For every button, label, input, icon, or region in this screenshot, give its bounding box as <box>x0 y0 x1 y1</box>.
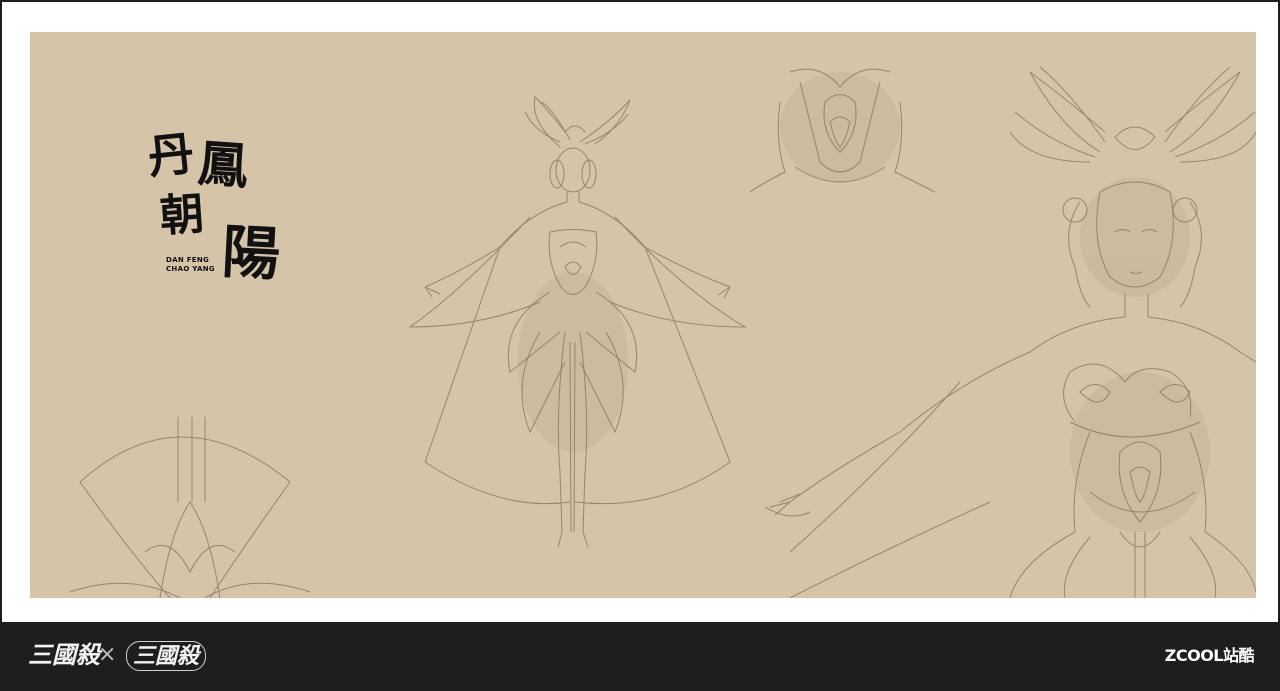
title-char-3: 朝 <box>158 188 206 243</box>
collab-separator: × <box>98 642 117 667</box>
artwork-frame: 丹 鳳 朝 陽 DAN FENG CHAO YANG <box>0 0 1280 622</box>
title-char-2: 鳳 <box>196 133 251 196</box>
title-char-1: 丹 <box>145 125 197 185</box>
romanization-line-1: DAN FENG <box>166 256 210 264</box>
sketch-back-view <box>69 417 311 598</box>
romanization-line-2: CHAO YANG <box>166 265 215 273</box>
game-logo-right: 三國殺 <box>126 641 207 671</box>
title-char-4: 陽 <box>220 217 282 289</box>
game-logo-left: 三國殺 <box>28 640 100 669</box>
calligraphy-title: 丹 鳳 朝 陽 DAN FENG CHAO YANG <box>145 125 308 332</box>
sketch-canvas: 丹 鳳 朝 陽 DAN FENG CHAO YANG <box>30 32 1256 598</box>
romanization: DAN FENG CHAO YANG <box>166 256 215 274</box>
zcool-logo[interactable]: ZCOOL站酷 <box>1165 646 1255 666</box>
footer-bar: 三國殺 × 三國殺 ZCOOL站酷 <box>0 622 1280 691</box>
